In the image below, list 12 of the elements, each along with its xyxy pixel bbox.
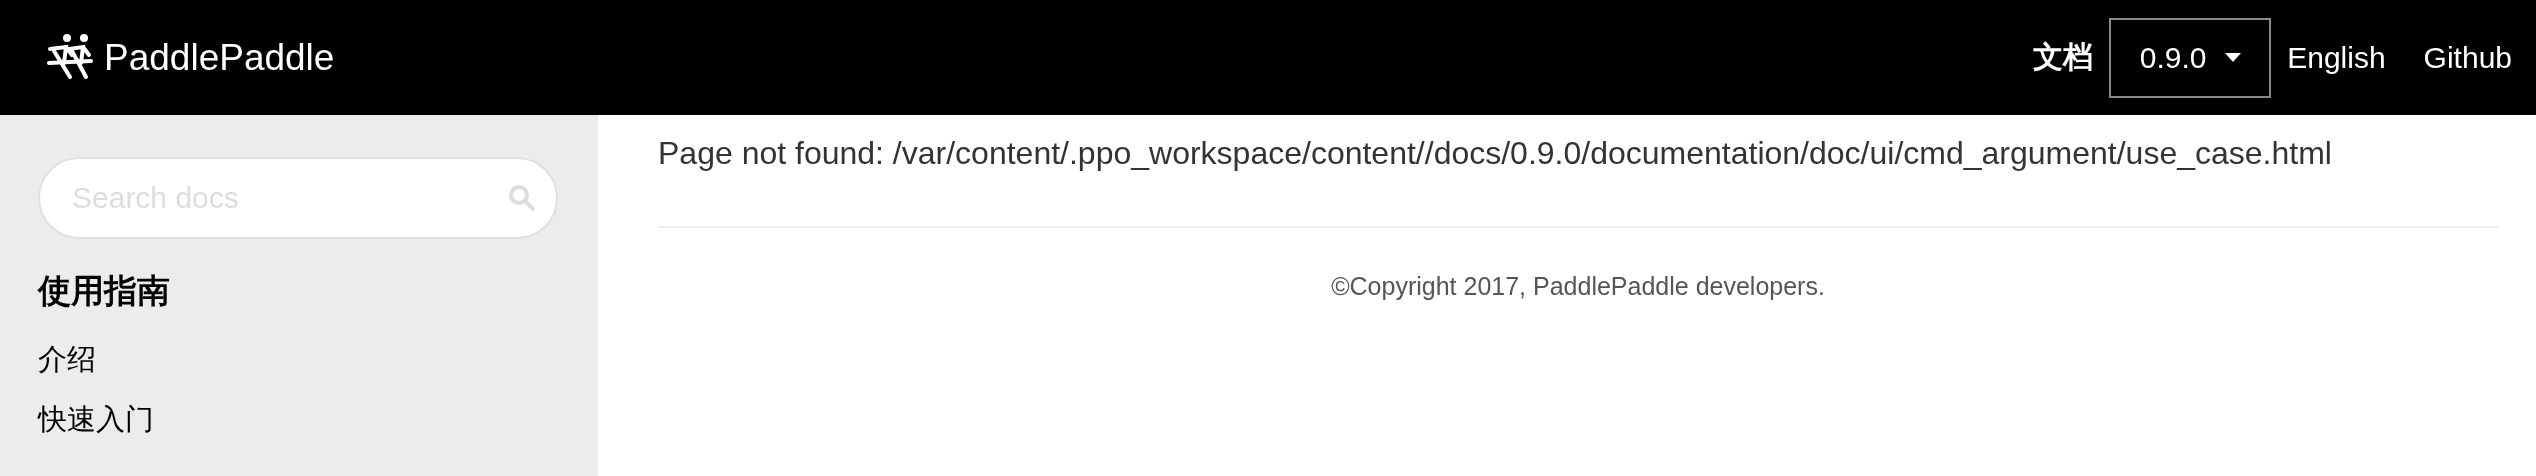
docs-label: 文档: [2033, 39, 2094, 75]
caret-icon: [2224, 53, 2241, 62]
version-dropdown[interactable]: 0.9.0: [2109, 17, 2272, 98]
logo-text: PaddlePaddle: [104, 36, 335, 79]
nav-link[interactable]: Github: [2423, 40, 2512, 75]
copyright-text: ©Copyright 2017, PaddlePaddle developers.: [1330, 272, 1826, 301]
sidebar-item[interactable]: 快速入门: [38, 400, 598, 438]
section-heading: 使用指南: [38, 270, 171, 312]
search-icon: [508, 184, 536, 212]
sidebar-item[interactable]: 介绍: [38, 340, 598, 378]
nav-link[interactable]: English: [2287, 40, 2386, 75]
error-message: Page not found: /var/content/.ppo_workspace/content//docs/0.9.0/documentation/doc/ui/cmd_argument/use_case.html: [658, 135, 2333, 172]
